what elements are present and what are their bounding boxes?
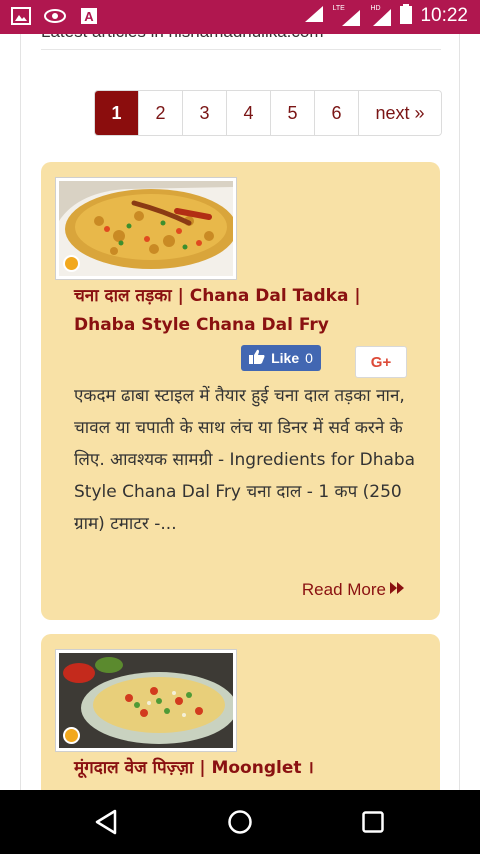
previous-section-text: Latest articles in nishamadhulika.com (41, 34, 324, 42)
page-2-link[interactable]: 2 (139, 91, 183, 135)
recipe-thumbnail[interactable] (55, 649, 237, 752)
page-6-link[interactable]: 6 (315, 91, 359, 135)
font-a-icon: A (78, 6, 100, 26)
screen: A LTE HD 10:22 Latest articles in nisham… (0, 0, 480, 854)
clock: 10:22 (420, 5, 468, 26)
facebook-like-button[interactable]: Like 0 (241, 345, 321, 371)
page-4-link[interactable]: 4 (227, 91, 271, 135)
recipe-card: मूंगदाल वेज पिज़्ज़ा | Moonglet । (41, 634, 440, 790)
status-bar: A LTE HD 10:22 (0, 0, 480, 34)
signal-icon (304, 5, 324, 27)
battery-icon (400, 4, 413, 28)
recipe-thumbnail[interactable] (55, 177, 237, 280)
page-1-link[interactable]: 1 (95, 91, 139, 135)
lte-signal-icon: LTE (332, 5, 362, 27)
home-icon[interactable] (224, 806, 256, 838)
recipe-card: चना दाल तड़का | Chana Dal Tadka | Dhaba … (41, 162, 440, 620)
site-logo-icon (63, 727, 80, 744)
read-more-label: Read More (301, 580, 386, 599)
page-5-link[interactable]: 5 (271, 91, 315, 135)
google-plus-icon: G+ (370, 353, 392, 371)
content-column: Latest articles in nishamadhulika.com 1 … (20, 34, 460, 790)
navigation-bar (0, 790, 480, 854)
double-chevron-right-icon (390, 580, 406, 600)
google-plus-button[interactable]: G+ (355, 346, 407, 378)
divider (41, 49, 441, 50)
next-page-link[interactable]: next » (359, 91, 441, 135)
page-3-link[interactable]: 3 (183, 91, 227, 135)
read-more-link[interactable]: Read More (302, 580, 406, 600)
like-label: Like (271, 350, 300, 366)
pagination: 1 2 3 4 5 6 next » (94, 90, 442, 136)
recipe-excerpt: एकदम ढाबा स्टाइल में तैयार हुई चना दाल त… (74, 386, 416, 534)
site-logo-icon (63, 255, 80, 272)
back-icon[interactable] (90, 806, 122, 838)
hd-signal-icon: HD (370, 5, 392, 27)
recents-icon[interactable] (357, 806, 389, 838)
image-icon (10, 6, 32, 26)
svg-text:A: A (84, 9, 94, 24)
recipe-title-link[interactable]: मूंगदाल वेज पिज़्ज़ा | Moonglet । (74, 754, 414, 783)
like-count: 0 (305, 350, 313, 366)
chana-dal-image (59, 181, 233, 276)
recipe-title-link[interactable]: चना दाल तड़का | Chana Dal Tadka | Dhaba … (74, 282, 414, 340)
eye-icon (44, 6, 66, 26)
moonglet-image (59, 653, 233, 748)
thumbs-up-icon (249, 349, 265, 367)
